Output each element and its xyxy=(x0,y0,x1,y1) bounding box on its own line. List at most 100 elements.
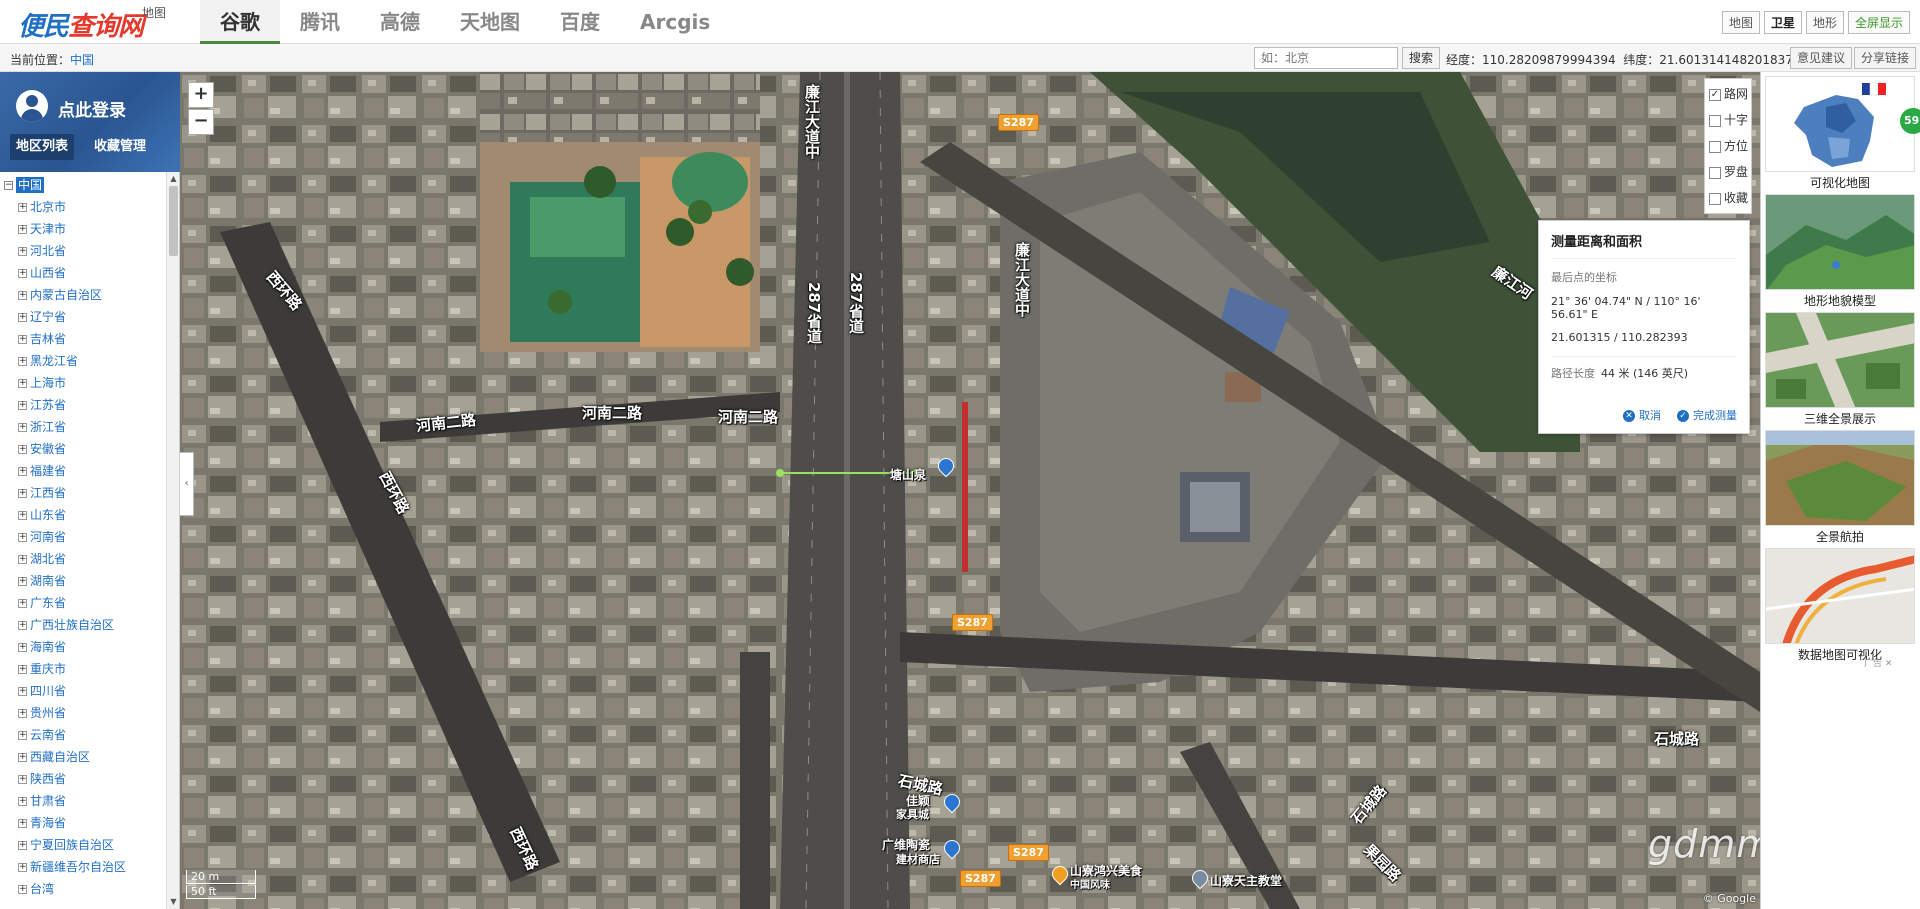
scroll-down-icon[interactable]: ▼ xyxy=(169,897,178,907)
feature-caption[interactable]: 三维全景展示 xyxy=(1765,410,1915,427)
expand-icon[interactable]: + xyxy=(18,621,27,630)
region-name[interactable]: 宁夏回族自治区 xyxy=(30,838,114,852)
feature-card[interactable]: 可视化地图 xyxy=(1765,76,1915,192)
tab-arcgis[interactable]: Arcgis xyxy=(620,0,730,44)
zoom-in-button[interactable]: + xyxy=(188,82,214,108)
expand-icon[interactable]: + xyxy=(18,863,27,872)
expand-icon[interactable]: + xyxy=(18,269,27,278)
region-name[interactable]: 山西省 xyxy=(30,266,66,280)
region-name[interactable]: 青海省 xyxy=(30,816,66,830)
tab-baidu[interactable]: 百度 xyxy=(540,0,620,44)
region-name[interactable]: 江苏省 xyxy=(30,398,66,412)
terrain-model-icon[interactable] xyxy=(1765,194,1915,290)
tab-gaode[interactable]: 高德 xyxy=(360,0,440,44)
region-name[interactable]: 浙江省 xyxy=(30,420,66,434)
tab-tencent[interactable]: 腾讯 xyxy=(280,0,360,44)
expand-icon[interactable]: + xyxy=(18,467,27,476)
region-name[interactable]: 广东省 xyxy=(30,596,66,610)
expand-icon[interactable]: + xyxy=(18,709,27,718)
data-map-icon[interactable] xyxy=(1765,548,1915,644)
region-tree-item[interactable]: + 西藏自治区 xyxy=(0,746,166,768)
region-tree-item[interactable]: + 广东省 xyxy=(0,592,166,614)
region-name[interactable]: 安徽省 xyxy=(30,442,66,456)
region-tree-item[interactable]: + 福建省 xyxy=(0,460,166,482)
region-tree-item[interactable]: + 贵州省 xyxy=(0,702,166,724)
tab-tianditu[interactable]: 天地图 xyxy=(440,0,540,44)
region-name[interactable]: 辽宁省 xyxy=(30,310,66,324)
expand-icon[interactable]: + xyxy=(18,401,27,410)
terrain-view-button[interactable]: 地形 xyxy=(1805,11,1844,34)
region-name[interactable]: 贵州省 xyxy=(30,706,66,720)
region-tree-item[interactable]: + 浙江省 xyxy=(0,416,166,438)
zoom-out-button[interactable]: − xyxy=(188,109,214,135)
expand-icon[interactable]: + xyxy=(18,841,27,850)
expand-icon[interactable]: + xyxy=(18,335,27,344)
satellite-map[interactable]: + − ‹ 廉江大道中 廉江大道中 287省道 287省道 河南二路 河南二路 … xyxy=(180,72,1760,909)
feature-card[interactable]: 全景航拍 xyxy=(1765,430,1915,546)
collapse-icon[interactable]: − xyxy=(4,181,13,190)
expand-icon[interactable]: + xyxy=(18,445,27,454)
expand-icon[interactable]: + xyxy=(18,797,27,806)
region-tree-item[interactable]: + 新疆维吾尔自治区 xyxy=(0,856,166,878)
favorites-tab[interactable]: 收藏管理 xyxy=(88,134,152,160)
layer-compass[interactable]: 罗盘 xyxy=(1705,159,1751,185)
satellite-view-button[interactable]: 卫星 xyxy=(1763,11,1802,34)
site-logo[interactable]: 便民查询网 地图 xyxy=(10,2,170,42)
checkbox-checked-icon[interactable]: ✓ xyxy=(1709,88,1721,101)
region-tree-item[interactable]: + 湖南省 xyxy=(0,570,166,592)
checkbox-icon[interactable] xyxy=(1709,166,1721,179)
poi-label[interactable]: 山寮天主教堂 xyxy=(1210,872,1282,889)
region-name[interactable]: 内蒙古自治区 xyxy=(30,288,102,302)
expand-icon[interactable]: + xyxy=(18,885,27,894)
region-name[interactable]: 上海市 xyxy=(30,376,66,390)
region-tree-item[interactable]: + 陕西省 xyxy=(0,768,166,790)
checkbox-icon[interactable] xyxy=(1709,192,1721,205)
expand-icon[interactable]: + xyxy=(18,511,27,520)
expand-icon[interactable]: + xyxy=(18,225,27,234)
region-name[interactable]: 四川省 xyxy=(30,684,66,698)
expand-icon[interactable]: + xyxy=(18,753,27,762)
expand-icon[interactable]: + xyxy=(18,577,27,586)
region-list-tab[interactable]: 地区列表 xyxy=(10,134,75,160)
region-tree-item[interactable]: + 青海省 xyxy=(0,812,166,834)
expand-icon[interactable]: + xyxy=(18,247,27,256)
poi-label[interactable]: 建材商店 xyxy=(896,851,940,867)
feature-card[interactable]: 数据地图可视化 xyxy=(1765,548,1915,664)
region-name[interactable]: 云南省 xyxy=(30,728,66,742)
region-name[interactable]: 台湾 xyxy=(30,882,54,896)
region-tree-item[interactable]: + 宁夏回族自治区 xyxy=(0,834,166,856)
tab-google[interactable]: 谷歌 xyxy=(200,0,280,44)
region-tree-item[interactable]: + 北京市 xyxy=(0,196,166,218)
region-name[interactable]: 西藏自治区 xyxy=(30,750,90,764)
region-name[interactable]: 黑龙江省 xyxy=(30,354,78,368)
region-name[interactable]: 海南省 xyxy=(30,640,66,654)
region-name[interactable]: 北京市 xyxy=(30,200,66,214)
tree-root-china[interactable]: − 中国 xyxy=(0,174,166,196)
region-tree-item[interactable]: + 山东省 xyxy=(0,504,166,526)
region-name[interactable]: 天津市 xyxy=(30,222,66,236)
region-name[interactable]: 河北省 xyxy=(30,244,66,258)
region-tree-item[interactable]: + 吉林省 xyxy=(0,328,166,350)
region-name[interactable]: 河南省 xyxy=(30,530,66,544)
feature-caption[interactable]: 数据地图可视化 xyxy=(1765,646,1915,663)
search-input[interactable] xyxy=(1254,47,1398,69)
region-tree-item[interactable]: + 天津市 xyxy=(0,218,166,240)
region-tree-item[interactable]: + 云南省 xyxy=(0,724,166,746)
expand-icon[interactable]: + xyxy=(18,203,27,212)
region-tree-item[interactable]: + 海南省 xyxy=(0,636,166,658)
region-name[interactable]: 吉林省 xyxy=(30,332,66,346)
feature-caption[interactable]: 全景航拍 xyxy=(1765,528,1915,545)
cancel-measure-button[interactable]: ✕ 取消 xyxy=(1623,407,1661,423)
region-name[interactable]: 广西壮族自治区 xyxy=(30,618,114,632)
feature-caption[interactable]: 可视化地图 xyxy=(1765,174,1915,191)
scrollbar-thumb[interactable] xyxy=(169,186,178,256)
expand-icon[interactable]: + xyxy=(18,489,27,498)
expand-icon[interactable]: + xyxy=(18,819,27,828)
poi-label[interactable]: 家具城 xyxy=(896,806,929,822)
expand-icon[interactable]: + xyxy=(18,687,27,696)
expand-icon[interactable]: + xyxy=(18,291,27,300)
region-tree-item[interactable]: + 台湾 xyxy=(0,878,166,900)
ad-tag[interactable]: 广告 ✕ xyxy=(1864,656,1892,669)
finish-measure-button[interactable]: ✓ 完成测量 xyxy=(1677,407,1737,423)
region-tree-item[interactable]: + 内蒙古自治区 xyxy=(0,284,166,306)
